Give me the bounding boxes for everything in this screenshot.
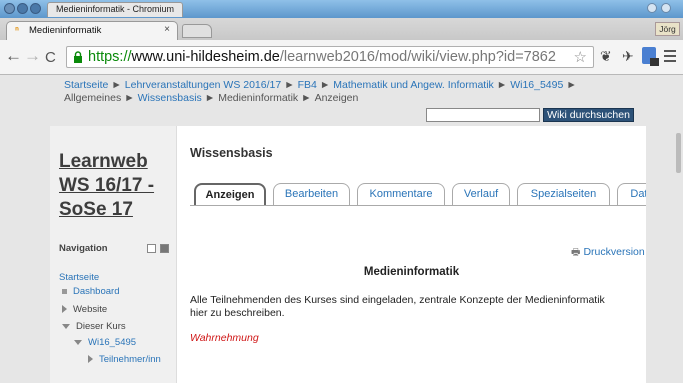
lock-icon [74,51,82,63]
nav-item-label: Dashboard [73,286,120,297]
page-content: Learnweb WS 16/17 - SoSe 17 Navigation S… [50,126,646,383]
printer-icon: 🖶 [571,247,581,258]
wiki-tabs: Anzeigen Bearbeiten Kommentare Verlauf S… [190,183,646,206]
missing-page-link[interactable]: Wahrnehmung [190,332,259,344]
extension-icon[interactable]: ✈ [622,48,634,65]
breadcrumb-link[interactable]: FB4 [298,79,317,91]
collapse-arrow-icon [74,339,82,345]
new-tab-button[interactable] [182,24,212,38]
left-column: Learnweb WS 16/17 - SoSe 17 Navigation S… [50,126,177,383]
breadcrumb-separator: ► [284,79,295,91]
breadcrumb-separator: ► [111,79,122,91]
course-title-link[interactable]: Learnweb WS 16/17 - SoSe 17 [59,150,174,222]
breadcrumb-text: Medieninformatik [218,92,299,104]
tab-kommentare[interactable]: Kommentare [357,183,445,205]
extension-badge [650,58,659,66]
address-bar[interactable]: https://www.uni-hildesheim.de/learnweb20… [66,46,594,68]
nav-item-website[interactable]: Website [62,304,107,315]
browser-tab[interactable]: ⁿ Medieninformatik × [6,21,178,40]
tab-spezialseiten[interactable]: Spezialseiten [517,183,610,205]
breadcrumb-link[interactable]: Mathematik und Angew. Informatik [333,79,494,91]
reload-icon[interactable]: C [45,49,56,67]
expand-arrow-icon [62,305,67,314]
minimize-icon[interactable] [647,3,657,13]
wiki-page-title: Medieninformatik [363,266,460,278]
breadcrumb: Startseite ► Lehrveranstaltungen WS 2016/1… [64,79,644,105]
window-button-icon[interactable] [30,3,41,14]
url-host: www.uni-hildesheim.de [131,49,280,65]
tab-strip: ⁿ Medieninformatik × Jörg [0,18,683,40]
breadcrumb-link[interactable]: Wi16_5495 [510,79,563,91]
nav-item-startseite[interactable]: Startseite [59,272,99,283]
breadcrumb-separator: ► [301,92,312,104]
tab-bearbeiten[interactable]: Bearbeiten [273,183,350,205]
breadcrumb-separator: ► [124,92,135,104]
moodle-icon: ⁿ [15,25,19,36]
breadcrumb-link[interactable]: Startseite [64,79,108,91]
back-icon[interactable]: ← [5,47,22,65]
breadcrumb-link[interactable]: Wissensbasis [138,92,202,104]
browser-window: Medieninformatik - Chromium ⁿ Medieninfo… [0,0,683,383]
tab-title: Medieninformatik [29,25,102,36]
main-column: Wissensbasis Anzeigen Bearbeiten Komment… [177,126,646,383]
close-window-icon[interactable] [661,3,671,13]
nav-item-label: Wi16_5495 [88,337,137,348]
bullet-icon [62,288,67,294]
print-version-label: Druckversion [583,246,645,258]
wiki-search-input[interactable] [426,108,540,122]
wiki-body-text: Alle Teilnehmenden des Kurses sind einge… [190,294,605,319]
url-text: https://www.uni-hildesheim.de/learnweb20… [88,49,556,66]
window-menu-icon[interactable] [4,3,15,14]
tab-dateien[interactable]: Date [617,183,646,205]
nav-item-label: Website [73,304,108,315]
navigation-heading: Navigation [59,243,108,254]
wiki-search-button[interactable]: Wiki durchsuchen [543,108,634,122]
collapse-block-icon[interactable] [147,244,156,253]
forward-icon[interactable]: → [24,47,41,65]
close-tab-icon[interactable]: × [164,24,170,35]
nav-item-dieser-kurs[interactable]: Dieser Kurs [62,321,126,332]
nav-item-participants[interactable]: Teilnehmer/inn [88,354,161,365]
breadcrumb-separator: ► [496,79,508,91]
expand-arrow-icon [88,355,93,364]
dock-block-icon[interactable] [160,244,169,253]
url-path: /learnweb2016/mod/wiki/view.php?id=7862 [279,49,556,65]
nav-item-label: Teilnehmer/inn [99,354,161,365]
breadcrumb-separator: ► [204,92,216,104]
menu-icon[interactable] [664,50,676,65]
web-page: Startseite ► Lehrveranstaltungen WS 2016/1… [0,75,683,383]
tab-anzeigen[interactable]: Anzeigen [194,183,266,205]
scrollbar[interactable] [674,75,683,383]
breadcrumb-separator: ► [319,79,331,91]
collapse-arrow-icon [62,323,70,329]
breadcrumb-current: Anzeigen [314,92,359,104]
title-bar: Medieninformatik - Chromium [0,0,683,18]
profile-badge[interactable]: Jörg [655,22,680,36]
tab-verlauf[interactable]: Verlauf [452,183,510,205]
window-title: Medieninformatik - Chromium [47,2,184,17]
browser-toolbar: ← → C https://www.uni-hildesheim.de/lear… [0,40,683,75]
url-scheme: https:// [88,49,132,65]
print-version-link[interactable]: 🖶 Druckversion [571,245,645,262]
breadcrumb-text: Allgemeines [64,92,122,104]
nav-item-course[interactable]: Wi16_5495 [74,337,136,348]
extension-icon[interactable]: ❦ [600,48,612,65]
breadcrumb-link[interactable]: Lehrveranstaltungen WS 2016/17 [125,79,281,91]
nav-item-label: Dieser Kurs [76,321,126,332]
nav-item-dashboard[interactable]: Dashboard [62,286,119,297]
window-button-icon[interactable] [17,3,28,14]
bookmark-star-icon[interactable]: ☆ [574,48,587,66]
scrollbar-thumb[interactable] [676,133,681,173]
breadcrumb-separator: ► [566,79,577,91]
page-title: Wissensbasis [190,146,273,160]
